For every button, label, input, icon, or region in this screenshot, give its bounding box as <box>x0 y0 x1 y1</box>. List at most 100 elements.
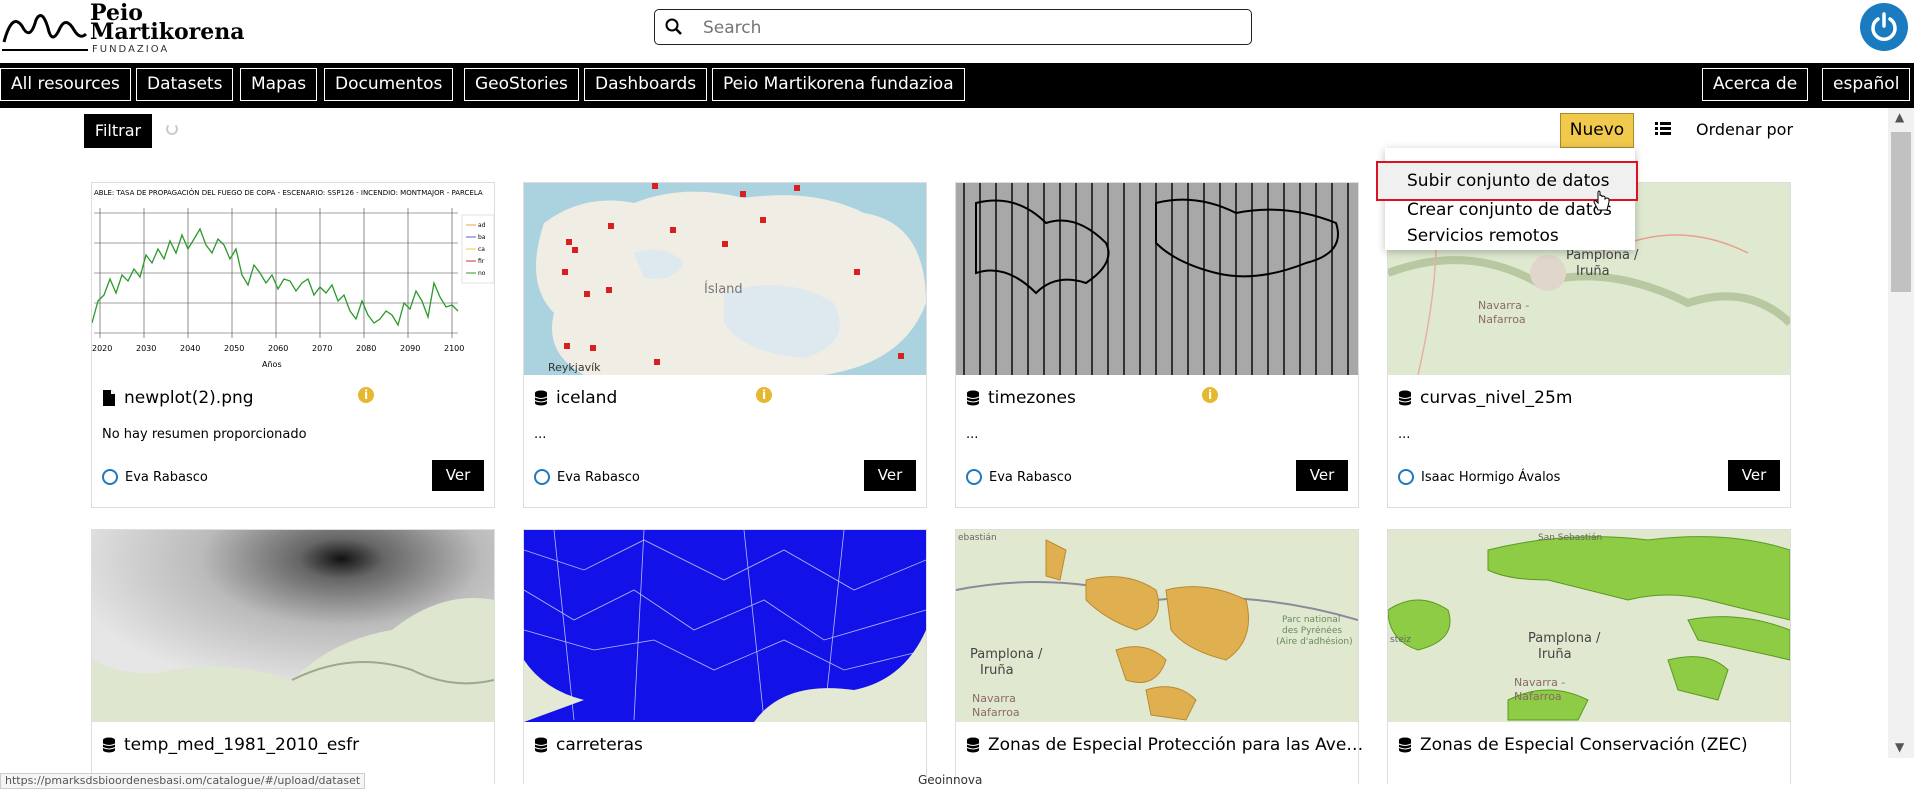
nav-dashboards[interactable]: Dashboards <box>584 68 708 101</box>
resource-card-newplot[interactable]: ABLE: TASA DE PROPAGACIÓN DEL FUEGO DE C… <box>91 182 495 508</box>
svg-text:2100: 2100 <box>444 344 464 353</box>
nuevo-dropdown-menu: Subir conjunto de datos Crear conjunto d… <box>1376 148 1638 250</box>
card-thumbnail <box>92 530 494 722</box>
nuevo-button[interactable]: Nuevo <box>1560 113 1634 148</box>
owner-avatar-icon <box>534 469 550 485</box>
svg-text:2060: 2060 <box>268 344 288 353</box>
svg-text:ad: ad <box>478 222 486 229</box>
svg-text:no: no <box>478 270 486 277</box>
main-nav: All resources Datasets Mapas Documentos … <box>0 63 1914 108</box>
svg-text:Nafarroa: Nafarroa <box>1478 313 1526 326</box>
resource-card-timezones[interactable]: timezones i ... Eva Rabasco Ver <box>955 182 1359 508</box>
map-thumbnail <box>963 183 1349 375</box>
svg-text:2040: 2040 <box>180 344 200 353</box>
info-icon[interactable]: i <box>756 387 772 403</box>
card-thumbnail: ABLE: TASA DE PROPAGACIÓN DEL FUEGO DE C… <box>92 183 494 375</box>
card-thumbnail: ebastián Parc national des Pyrénées (Air… <box>956 530 1358 722</box>
svg-text:Pamplona /: Pamplona / <box>970 647 1043 662</box>
search-box <box>654 9 1252 45</box>
card-summary: No hay resumen proporcionado <box>102 427 307 442</box>
owner-avatar-icon <box>102 469 118 485</box>
svg-text:2030: 2030 <box>136 344 156 353</box>
card-thumbnail <box>956 183 1358 375</box>
svg-text:Pamplona /: Pamplona / <box>1528 631 1601 646</box>
card-owner[interactable]: Eva Rabasco <box>989 470 1072 485</box>
logo[interactable]: Peio Martikorena FUNDAZIOA <box>2 2 244 55</box>
resource-card-zec[interactable]: San Sebastián steiz Pamplona / Iruña Nav… <box>1387 529 1791 784</box>
dataset-icon <box>966 390 980 406</box>
menu-item-subir-conjunto-de-datos[interactable]: Subir conjunto de datos <box>1407 171 1610 191</box>
card-title[interactable]: iceland <box>556 388 617 408</box>
map-thumbnail: Ísland Reykjavík <box>524 183 926 375</box>
status-url: https://pmarksdsbioordenesbasi.om/catalo… <box>0 773 366 789</box>
ver-button[interactable]: Ver <box>432 460 484 491</box>
dataset-icon <box>534 737 548 753</box>
owner-avatar-icon <box>1398 469 1414 485</box>
svg-text:Navarra: Navarra <box>972 692 1016 705</box>
map-thumbnail <box>524 530 926 722</box>
svg-text:Iruña: Iruña <box>1538 647 1572 662</box>
resource-card-zepa[interactable]: ebastián Parc national des Pyrénées (Air… <box>955 529 1363 784</box>
svg-text:2090: 2090 <box>400 344 420 353</box>
svg-text:ba: ba <box>478 234 486 241</box>
nav-geostories[interactable]: GeoStories <box>464 68 579 101</box>
svg-text:(Aire d'adhésion): (Aire d'adhésion) <box>1276 636 1353 647</box>
resource-card-carreteras[interactable]: carreteras <box>523 529 927 784</box>
content-area: Filtrar Nuevo Ordenar por Subir conjunto… <box>0 108 1888 784</box>
nav-acerca-de[interactable]: Acerca de <box>1702 68 1809 101</box>
card-thumbnail: Ísland Reykjavík <box>524 183 926 375</box>
filter-button[interactable]: Filtrar <box>84 114 152 148</box>
svg-text:2080: 2080 <box>356 344 376 353</box>
logo-text-line2: Martikorena <box>90 19 245 45</box>
card-thumbnail <box>524 530 926 722</box>
svg-text:2020: 2020 <box>92 344 112 353</box>
loading-spinner-icon <box>166 123 178 135</box>
card-title[interactable]: Zonas de Especial Conservación (ZEC) <box>1420 735 1748 755</box>
hand-cursor-icon <box>1593 190 1610 211</box>
card-title[interactable]: carreteras <box>556 735 643 755</box>
nav-mapas[interactable]: Mapas <box>240 68 318 101</box>
dataset-icon <box>102 737 116 753</box>
nav-all-resources[interactable]: All resources <box>0 68 131 101</box>
dataset-icon <box>534 390 548 406</box>
svg-text:Pamplona /: Pamplona / <box>1566 248 1639 263</box>
card-owner[interactable]: Eva Rabasco <box>557 470 640 485</box>
page-scrollbar[interactable]: ▲ ▼ <box>1888 108 1914 758</box>
info-icon[interactable]: i <box>358 387 374 403</box>
menu-item-crear-conjunto-de-datos[interactable]: Crear conjunto de datos <box>1407 200 1612 220</box>
nav-language[interactable]: español <box>1822 68 1911 101</box>
svg-text:2050: 2050 <box>224 344 244 353</box>
svg-text:Parc national: Parc national <box>1282 615 1340 625</box>
nav-datasets[interactable]: Datasets <box>136 68 234 101</box>
svg-text:ebastián: ebastián <box>958 533 997 543</box>
card-title[interactable]: newplot(2).png <box>124 388 254 408</box>
map-thumbnail: ebastián Parc national des Pyrénées (Air… <box>956 530 1358 722</box>
scrollbar-thumb[interactable] <box>1891 132 1911 292</box>
card-title[interactable]: Zonas de Especial Protección para las Av… <box>988 735 1363 755</box>
card-owner[interactable]: Isaac Hormigo Ávalos <box>1421 470 1560 485</box>
menu-item-servicios-remotos[interactable]: Servicios remotos <box>1407 226 1559 246</box>
ver-button[interactable]: Ver <box>1296 460 1348 491</box>
svg-text:fir: fir <box>478 258 485 265</box>
ver-button[interactable]: Ver <box>864 460 916 491</box>
info-icon[interactable]: i <box>1202 387 1218 403</box>
card-title[interactable]: curvas_nivel_25m <box>1420 388 1572 408</box>
ver-button[interactable]: Ver <box>1728 460 1780 491</box>
map-thumbnail: San Sebastián steiz Pamplona / Iruña Nav… <box>1388 530 1790 722</box>
card-title[interactable]: temp_med_1981_2010_esfr <box>124 735 359 755</box>
dataset-icon <box>966 737 980 753</box>
resource-card-temp-med[interactable]: temp_med_1981_2010_esfr <box>91 529 495 784</box>
scroll-down-icon[interactable]: ▼ <box>1895 740 1904 754</box>
card-owner[interactable]: Eva Rabasco <box>125 470 208 485</box>
scroll-up-icon[interactable]: ▲ <box>1895 110 1904 124</box>
svg-text:des Pyrénées: des Pyrénées <box>1282 625 1342 636</box>
list-view-icon[interactable] <box>1655 122 1671 136</box>
nav-peio-martikorena-fundazioa[interactable]: Peio Martikorena fundazioa <box>712 68 965 101</box>
svg-text:Ísland: Ísland <box>704 281 743 297</box>
user-menu-button[interactable] <box>1860 3 1908 51</box>
sort-by-dropdown[interactable]: Ordenar por <box>1696 120 1793 139</box>
card-title[interactable]: timezones <box>988 388 1076 408</box>
resource-card-iceland[interactable]: Ísland Reykjavík iceland i ... Eva Rabas… <box>523 182 927 508</box>
search-input[interactable] <box>701 14 1235 42</box>
nav-documentos[interactable]: Documentos <box>324 68 454 101</box>
